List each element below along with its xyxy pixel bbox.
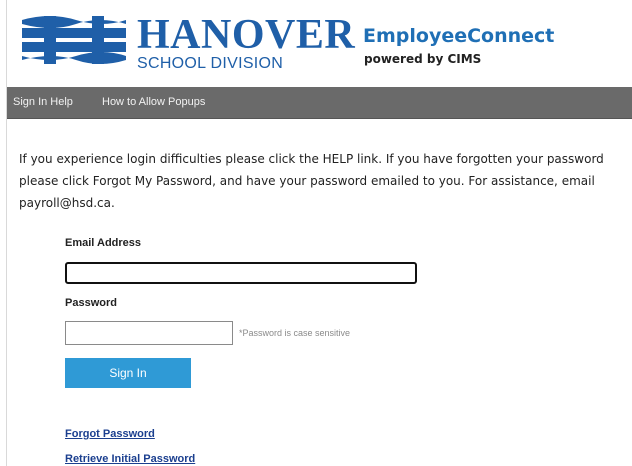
app-subtitle: powered by CIMS bbox=[364, 52, 482, 66]
email-label: Email Address bbox=[65, 237, 142, 249]
nav-sign-in-help[interactable]: Sign In Help bbox=[13, 96, 73, 108]
email-field[interactable] bbox=[65, 262, 417, 284]
password-field[interactable] bbox=[65, 321, 233, 345]
sign-in-button[interactable]: Sign In bbox=[65, 358, 191, 388]
password-hint: *Password is case sensitive bbox=[239, 328, 351, 338]
nav-allow-popups[interactable]: How to Allow Popups bbox=[102, 96, 205, 108]
forgot-password-link[interactable]: Forgot Password bbox=[65, 428, 155, 440]
password-label: Password bbox=[65, 297, 117, 309]
app-title: EmployeeConnect bbox=[363, 25, 555, 47]
intro-line-3: payroll@hsd.ca. bbox=[19, 196, 115, 210]
hanover-logo-icon bbox=[22, 16, 126, 64]
page-frame: HANOVER SCHOOL DIVISION EmployeeConnect … bbox=[6, 0, 632, 466]
retrieve-initial-password-link[interactable]: Retrieve Initial Password bbox=[65, 453, 195, 465]
nav-bar: Sign In Help How to Allow Popups bbox=[7, 87, 632, 119]
intro-line-2: please click Forgot My Password, and hav… bbox=[19, 174, 595, 188]
intro-line-1: If you experience login difficulties ple… bbox=[19, 152, 604, 166]
brand-subtitle: SCHOOL DIVISION bbox=[137, 55, 284, 72]
brand-name: HANOVER bbox=[137, 12, 356, 58]
intro-text: If you experience login difficulties ple… bbox=[19, 148, 632, 214]
